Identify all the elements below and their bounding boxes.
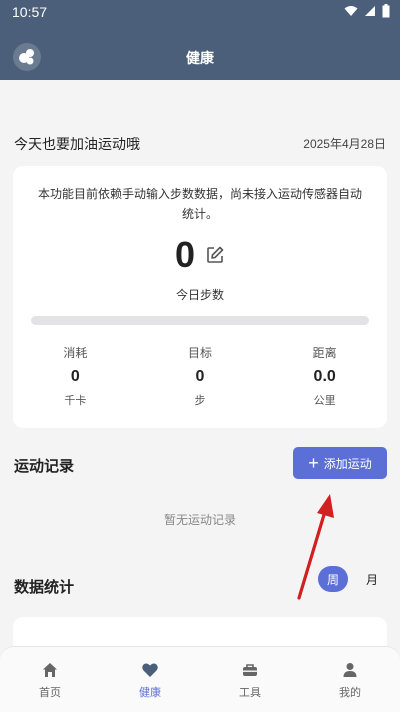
plus-icon: +	[308, 453, 319, 473]
app-header: 健康	[0, 24, 400, 80]
toolbox-icon	[243, 664, 257, 676]
stat-value: 0	[70, 368, 80, 385]
add-exercise-button[interactable]: + 添加运动	[293, 447, 387, 479]
toggle-week-button[interactable]: 周	[318, 566, 348, 592]
status-icons	[344, 4, 390, 18]
stat-unit: 千卡	[64, 394, 87, 407]
stat-label: 消耗	[63, 346, 88, 360]
person-icon	[343, 663, 357, 677]
signal-icon	[365, 6, 375, 16]
nav-item-health[interactable]: 健康	[100, 647, 200, 712]
stats-row: 消耗 0 千卡 目标 0 步 距离 0.0 公里	[13, 344, 387, 408]
add-exercise-label: 添加运动	[323, 456, 372, 471]
edit-icon[interactable]	[205, 245, 225, 265]
records-section-title: 运动记录	[14, 457, 75, 475]
statistics-section-title: 数据统计	[14, 578, 75, 596]
stat-calories: 消耗 0 千卡	[13, 344, 138, 408]
stat-unit: 公里	[313, 394, 336, 407]
nav-label: 工具	[239, 686, 261, 699]
battery-icon	[382, 4, 390, 18]
page-title: 健康	[186, 51, 214, 67]
nav-label: 我的	[339, 686, 361, 699]
steps-progress-bar	[31, 316, 369, 325]
bottom-nav: 首页 健康 工具 我的	[0, 646, 400, 712]
home-icon	[43, 663, 57, 677]
date-text: 2025年4月28日	[303, 137, 386, 151]
nav-item-profile[interactable]: 我的	[300, 647, 400, 712]
empty-records-text: 暂无运动记录	[163, 513, 236, 527]
stat-unit: 步	[194, 394, 206, 407]
nav-item-home[interactable]: 首页	[0, 647, 100, 712]
steps-value: 0	[174, 234, 196, 275]
nav-label: 首页	[39, 686, 61, 699]
status-time: 10:57	[12, 4, 48, 20]
manual-input-notice: 本功能目前依赖手动输入步数数据，尚未接入运动传感器自动统计。	[37, 187, 362, 221]
stat-distance: 距离 0.0 公里	[262, 344, 387, 408]
stat-label: 目标	[188, 346, 213, 360]
steps-card: 本功能目前依赖手动输入步数数据，尚未接入运动传感器自动统计。 0 今日步数 消耗…	[13, 166, 387, 428]
greeting-text: 今天也要加油运动哦	[14, 137, 140, 153]
stat-goal: 目标 0 步	[138, 344, 263, 408]
stat-value: 0	[195, 368, 205, 385]
toggle-month-button[interactable]: 月	[360, 566, 384, 592]
wifi-icon	[344, 6, 358, 16]
stat-label: 距离	[312, 346, 337, 360]
status-bar: 10:57	[0, 0, 400, 24]
steps-label: 今日步数	[175, 288, 224, 302]
stat-value: 0.0	[313, 368, 336, 385]
nav-label: 健康	[139, 686, 161, 699]
nav-item-tools[interactable]: 工具	[200, 647, 300, 712]
heart-icon	[142, 663, 158, 677]
steps-row: 0	[13, 234, 387, 276]
